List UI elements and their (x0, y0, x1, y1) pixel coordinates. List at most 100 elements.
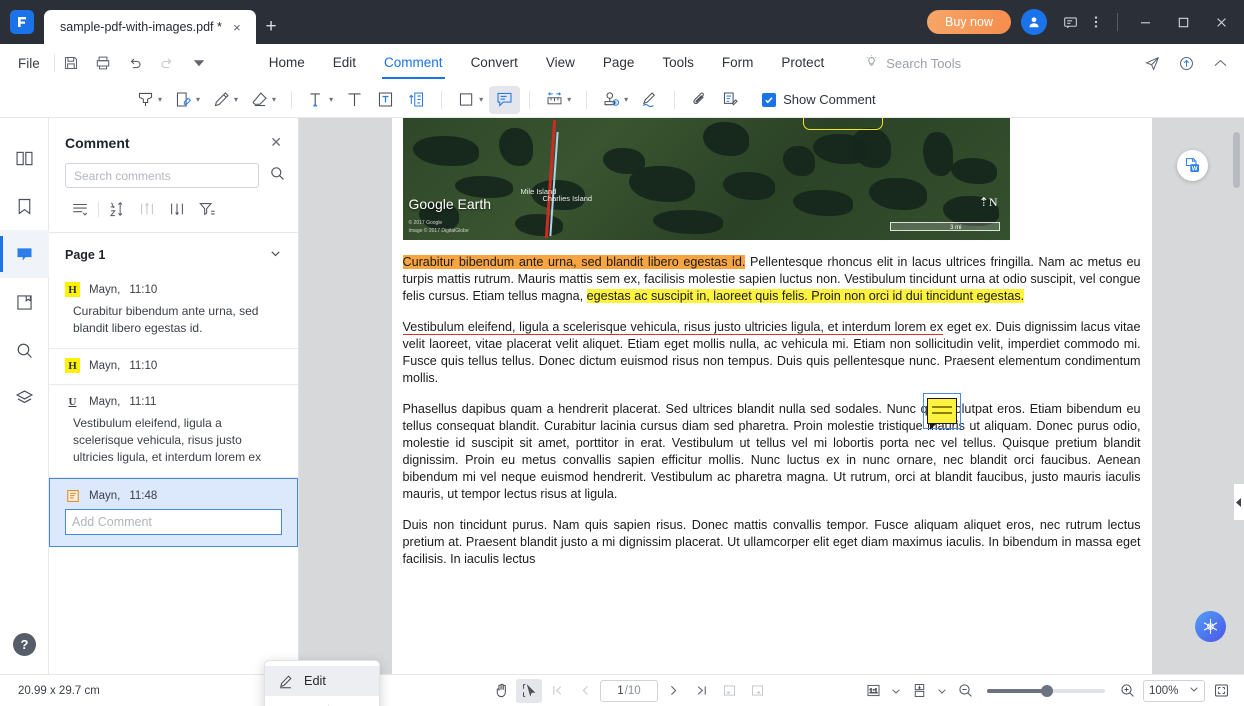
comment-list-item[interactable]: H Mayn, 11:10 Curabitur bibendum ante ur… (49, 273, 298, 349)
new-tab-button[interactable]: + (256, 10, 286, 44)
share-icon[interactable] (1136, 48, 1168, 78)
sidebar-item-bookmarks[interactable] (0, 182, 49, 230)
actual-size-button[interactable]: 1:1 (860, 679, 886, 703)
attachment-tool-button[interactable] (684, 86, 715, 114)
page-number-input[interactable]: 1/10 (600, 680, 658, 702)
sort-by-author-icon[interactable] (162, 198, 192, 220)
comment-list-item[interactable]: U Mayn, 11:11 Vestibulum eleifend, ligul… (49, 385, 298, 478)
document-tab[interactable]: sample-pdf-with-images.pdf * × (44, 10, 256, 44)
chevron-down-icon: ▾ (196, 95, 200, 104)
add-comment-input[interactable] (65, 509, 282, 535)
signature-tool-button[interactable] (634, 86, 665, 114)
close-panel-icon[interactable]: ✕ (266, 132, 286, 153)
comment-summary-tool-button[interactable] (715, 86, 746, 114)
text-callout-tool-button[interactable] (401, 86, 432, 114)
sidebar-item-layers[interactable] (0, 374, 49, 422)
comment-ribbon-toolbar: ▾ ▾ ▾ ▾ ▾ ▾ (0, 82, 1244, 118)
last-page-button[interactable] (688, 679, 714, 703)
menu-item-page[interactable]: Page (589, 47, 649, 79)
hand-tool-button[interactable] (488, 679, 514, 703)
chevron-down-icon: ▾ (234, 95, 238, 104)
chevron-down-icon[interactable] (889, 679, 903, 703)
buy-now-button[interactable]: Buy now (927, 10, 1011, 34)
sort-az-icon[interactable] (102, 198, 132, 220)
next-page-button[interactable] (660, 679, 686, 703)
sidebar-item-comments[interactable] (0, 230, 49, 278)
eraser-tool-button[interactable]: ▾ (244, 86, 282, 114)
feedback-icon[interactable] (1057, 7, 1083, 37)
sort-divider (98, 202, 99, 217)
comment-list: H Mayn, 11:10 Curabitur bibendum ante ur… (49, 273, 298, 674)
page-layout-button[interactable] (906, 679, 932, 703)
zoom-in-button[interactable] (1114, 679, 1140, 703)
file-menu-button[interactable]: File (0, 56, 54, 71)
menu-item-protect[interactable]: Protect (767, 47, 838, 79)
stamp-tool-button[interactable]: ▾ (596, 86, 634, 114)
expand-collapse-all-icon[interactable] (65, 198, 95, 220)
filter-icon[interactable] (192, 198, 222, 220)
collapse-ribbon-icon[interactable] (1204, 48, 1236, 78)
search-tools-placeholder: Search Tools (886, 56, 961, 71)
close-window-button[interactable] (1202, 0, 1240, 44)
menu-item-view[interactable]: View (532, 47, 589, 79)
zoom-level-select[interactable]: 100% (1143, 680, 1205, 702)
save-icon[interactable] (55, 48, 87, 78)
measure-tool-button[interactable]: ▾ (539, 86, 577, 114)
minimize-button[interactable] (1126, 0, 1164, 44)
zoom-slider[interactable] (987, 689, 1105, 693)
collapse-right-panel-button[interactable] (1234, 484, 1244, 520)
zoom-slider-knob[interactable] (1041, 685, 1053, 697)
cloud-upload-icon[interactable] (1170, 48, 1202, 78)
comment-item-header: Mayn, 11:48 (65, 488, 282, 503)
select-tool-button[interactable] (516, 679, 542, 703)
zoom-out-button[interactable] (952, 679, 978, 703)
menu-item-tools[interactable]: Tools (648, 47, 708, 79)
shape-tool-button[interactable]: ▾ (451, 86, 489, 114)
help-button[interactable]: ? (13, 633, 36, 656)
close-tab-icon[interactable]: × (228, 18, 246, 36)
menu-item-convert[interactable]: Convert (457, 47, 532, 79)
sidebar-item-thumbnails[interactable] (0, 134, 49, 182)
text-box-tool-button[interactable] (370, 86, 401, 114)
undo-icon[interactable] (119, 48, 151, 78)
vertical-scrollbar-thumb[interactable] (1233, 132, 1240, 188)
menu-item-comment[interactable]: Comment (370, 47, 457, 79)
search-comments-input[interactable] (65, 163, 259, 188)
search-icon[interactable] (269, 165, 286, 187)
chevron-down-icon[interactable] (935, 679, 949, 703)
more-options-icon[interactable] (1083, 7, 1109, 37)
ai-assistant-button[interactable] (1195, 611, 1226, 642)
sidebar-item-attachments[interactable] (0, 278, 49, 326)
sticky-note-tool-button[interactable] (489, 86, 520, 114)
ribbon-divider (441, 91, 442, 109)
comment-group-header[interactable]: Page 1 (49, 233, 298, 273)
menu-item-edit[interactable]: Edit (319, 47, 370, 79)
plain-run: Phasellus dapibus quam a hendrerit place… (403, 402, 1141, 501)
sticky-note-annotation[interactable] (923, 393, 961, 429)
context-menu-item-edit[interactable]: Edit (265, 666, 379, 696)
area-highlight-tool-button[interactable]: ▾ (168, 86, 206, 114)
comment-list-item-selected[interactable]: Mayn, 11:48 (49, 478, 298, 547)
search-tools-input[interactable]: Search Tools (864, 54, 961, 72)
pencil-tool-button[interactable]: ▾ (206, 86, 244, 114)
typewriter-tool-button[interactable] (339, 86, 370, 114)
strikethrough-text-tool-button[interactable]: ▾ (301, 86, 339, 114)
fullscreen-button[interactable] (1208, 679, 1234, 703)
sidebar-item-search[interactable] (0, 326, 49, 374)
quick-access-more-icon[interactable] (183, 48, 215, 78)
convert-to-word-button[interactable]: W (1177, 150, 1208, 181)
print-icon[interactable] (87, 48, 119, 78)
highlight-tool-button[interactable]: ▾ (130, 86, 168, 114)
menu-item-home[interactable]: Home (255, 47, 319, 79)
chevron-down-icon (1189, 684, 1199, 697)
menu-item-form[interactable]: Form (708, 47, 768, 79)
page-dimensions-label: 20.99 x 29.7 cm (18, 685, 100, 697)
maximize-button[interactable] (1164, 0, 1202, 44)
checkbox-checked-icon (762, 93, 776, 107)
account-avatar-button[interactable] (1021, 9, 1047, 35)
show-comment-toggle[interactable]: Show Comment (762, 92, 875, 107)
chevron-down-icon: ▾ (158, 95, 162, 104)
document-viewer[interactable]: Mile Island Charlies Island Google Earth… (299, 118, 1244, 674)
chevron-down-icon[interactable] (269, 247, 282, 263)
comment-list-item[interactable]: H Mayn, 11:10 (49, 349, 298, 385)
